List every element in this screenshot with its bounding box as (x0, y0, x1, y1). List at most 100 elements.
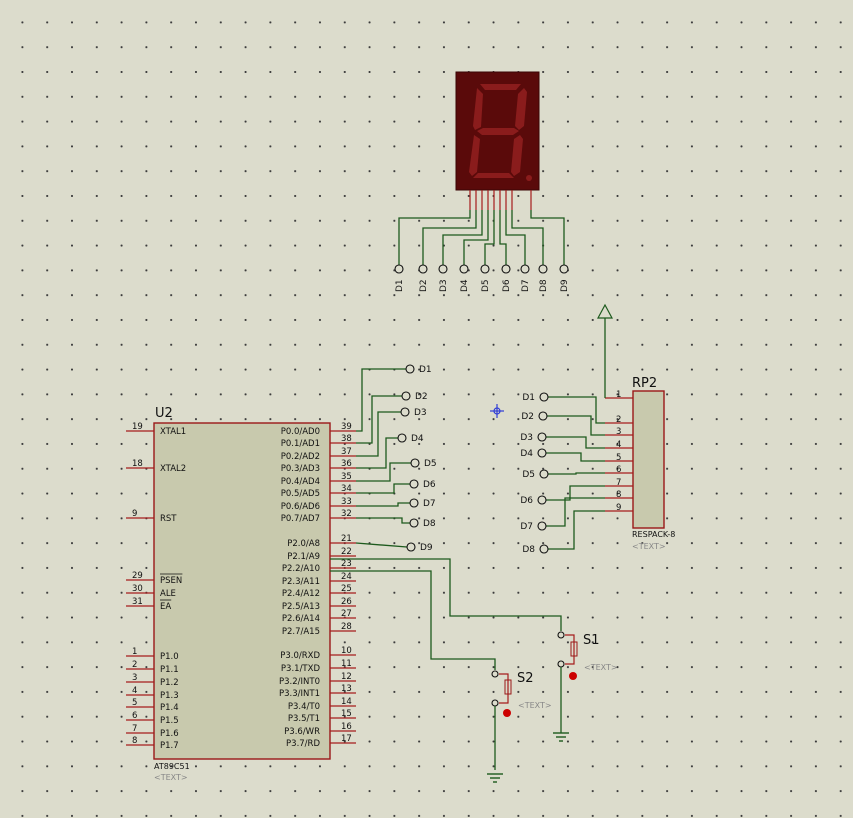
pin-name: P1.4 (160, 703, 179, 713)
s1-actuator-dot[interactable] (569, 672, 577, 680)
respack-terminal[interactable]: D5 (522, 469, 549, 480)
net-terminal[interactable]: D9 (406, 542, 433, 553)
terminal-label: D6 (502, 279, 512, 292)
terminal-label: D7 (520, 522, 533, 532)
pin-name: P2.2/A10 (282, 564, 320, 574)
respack-pin-number: 1 (616, 390, 621, 400)
resistor-pack-rp2[interactable]: RP2 1 2 3 4 5 6 7 8 9 RESPACK-8 <TEXT> (605, 376, 675, 551)
pin-name: P1.6 (160, 729, 179, 739)
net-label: D7 (423, 499, 436, 509)
pin-name: P0.5/AD5 (281, 489, 320, 499)
switch-wires (330, 558, 562, 670)
pin-name: XTAL1 (160, 427, 186, 437)
respack-terminal[interactable]: D8 (522, 544, 549, 555)
respack-reference: RP2 (632, 376, 657, 391)
terminal-label: D3 (439, 279, 449, 292)
s1-label: S1 (583, 633, 600, 648)
pin-name: PSEN (160, 576, 182, 586)
terminal-label: D3 (520, 433, 533, 443)
pin-name: P0.6/AD6 (281, 502, 320, 512)
pin-name: P1.2 (160, 678, 179, 688)
power-terminal (596, 303, 614, 398)
pin-name: P1.5 (160, 716, 179, 726)
display-terminal[interactable]: D1 (394, 264, 405, 292)
respack-wires (546, 396, 605, 550)
pin-name: P2.7/A15 (282, 627, 320, 637)
s2-actuator-dot[interactable] (503, 709, 511, 717)
respack-pin-number: 3 (616, 427, 621, 437)
display-terminals: D1 D2 D3 D4 D5 D6 D7 D8 D9 (394, 264, 570, 292)
display-terminal[interactable]: D6 (501, 264, 512, 292)
terminal-label: D9 (560, 279, 570, 292)
pin-name: ALE (160, 589, 176, 599)
net-label: D1 (419, 365, 432, 375)
pin-number: 14 (341, 697, 352, 707)
pin-number: 34 (341, 484, 352, 494)
net-terminal[interactable]: D2 (401, 391, 428, 402)
terminal-label: D2 (521, 412, 534, 422)
terminal-label: D5 (522, 470, 535, 480)
display-terminal[interactable]: D9 (559, 264, 570, 292)
net-terminal[interactable]: D3 (400, 407, 427, 418)
pin-name: RST (160, 514, 177, 524)
schematic-canvas[interactable]: D1 D2 D3 D4 D5 D6 D7 D8 D9 U2 19 XTAL118 XTAL29 RST… (0, 0, 853, 818)
pin-name: P0.3/AD3 (281, 464, 320, 474)
crosshair-cursor (490, 404, 504, 418)
terminal-label: D8 (539, 279, 549, 292)
net-terminal[interactable]: D8 (409, 518, 436, 529)
net-terminal[interactable]: D7 (409, 498, 436, 509)
mcu-text-placeholder: <TEXT> (154, 773, 188, 782)
display-terminal[interactable]: D3 (438, 264, 449, 292)
respack-terminal[interactable]: D4 (520, 448, 547, 459)
respack-terminal[interactable]: D2 (521, 411, 548, 422)
respack-pin-number: 5 (616, 453, 621, 463)
pin-number: 37 (341, 447, 352, 457)
pin-number: 19 (132, 422, 143, 432)
display-terminal[interactable]: D7 (520, 264, 531, 292)
terminal-label: D5 (481, 279, 491, 292)
net-terminal[interactable]: D5 (410, 458, 437, 469)
respack-terminal[interactable]: D1 (522, 392, 549, 403)
terminal-label: D6 (520, 496, 533, 506)
respack-terminal[interactable]: D6 (520, 495, 547, 506)
respack-pin-number: 9 (616, 503, 621, 513)
pin-number: 3 (132, 673, 137, 683)
microcontroller-u2[interactable]: U2 19 XTAL1 18 XTAL2 9 RST 29 PSEN 30 ALE 31 EA 1 P1.… (126, 406, 356, 782)
pin-number: 15 (341, 709, 352, 719)
switch-s2[interactable]: S2 <TEXT> (491, 670, 552, 770)
respack-terminal[interactable]: D3 (520, 432, 547, 443)
display-terminal[interactable]: D8 (538, 264, 549, 292)
respack-part-name: RESPACK-8 (632, 530, 675, 539)
pin-number: 11 (341, 659, 352, 669)
pin-number: 21 (341, 534, 352, 544)
terminal-label: D2 (419, 279, 429, 292)
seven-segment-display[interactable]: D1 D2 D3 D4 D5 D6 D7 D8 D9 (394, 71, 570, 292)
pin-number: 5 (132, 698, 137, 708)
ground-symbol (553, 732, 569, 742)
net-terminal[interactable]: D1 (405, 364, 432, 375)
respack-pins: 1 2 3 4 5 6 7 8 9 (605, 390, 633, 513)
pin-name: P2.5/A13 (282, 602, 320, 612)
net-label: D4 (411, 434, 424, 444)
pin-number: 22 (341, 547, 352, 557)
display-terminal[interactable]: D4 (459, 264, 470, 292)
pin-number: 26 (341, 597, 352, 607)
display-terminal[interactable]: D2 (418, 264, 429, 292)
display-terminal[interactable]: D5 (480, 264, 491, 292)
switch-s1[interactable]: S1 <TEXT> (557, 631, 618, 733)
pin-name: P3.2/INT0 (279, 677, 320, 687)
pin-number: 39 (341, 422, 352, 432)
pin-number: 35 (341, 472, 352, 482)
net-terminal[interactable]: D6 (409, 479, 436, 490)
pin-name: P2.1/A9 (287, 552, 320, 562)
net-terminal[interactable]: D4 (397, 433, 424, 444)
pin-number: 31 (132, 597, 143, 607)
respack-terminal[interactable]: D7 (520, 521, 547, 532)
pin-name: P3.0/RXD (280, 651, 320, 661)
pin-name: P3.7/RD (286, 739, 320, 749)
respack-pin-number: 6 (616, 465, 621, 475)
display-wires (398, 210, 565, 265)
display-pin-lines (469, 190, 532, 210)
respack-pin-number: 2 (616, 415, 621, 425)
pin-name: P3.5/T1 (288, 714, 320, 724)
